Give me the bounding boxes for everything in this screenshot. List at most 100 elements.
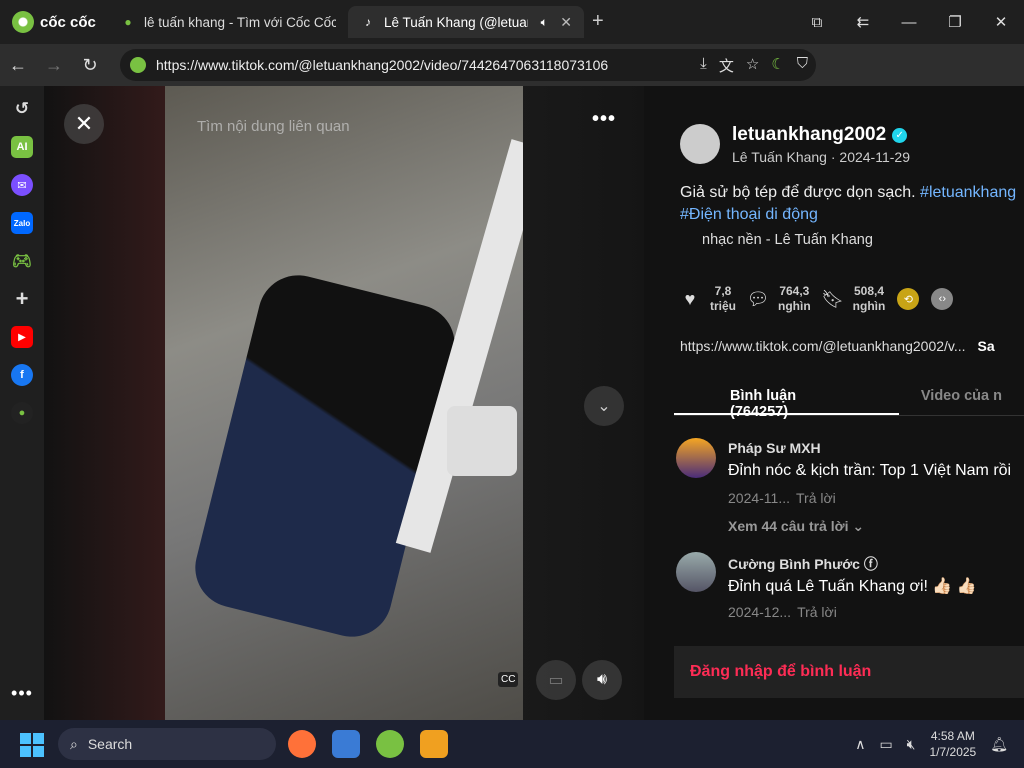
dark-mode-icon[interactable]: ☾ [771, 55, 784, 76]
close-window-icon[interactable]: ✕ [978, 13, 1024, 31]
verified-badge-icon: ✓ [892, 127, 908, 143]
tab-search[interactable]: ● lê tuấn khang - Tìm với Cốc Cốc [108, 6, 348, 38]
reply-link[interactable]: Trả lời [796, 490, 836, 506]
like-stat[interactable]: ♥ 7,8 triệu [680, 284, 736, 314]
site-info-icon[interactable] [130, 57, 146, 73]
hashtag-link[interactable]: #Điện thoại di động [680, 206, 818, 223]
window-controls: ⧉ ⇇ — ❐ ✕ [794, 0, 1024, 44]
screenshot-icon[interactable]: ⧉ [794, 14, 840, 31]
video-player: Tìm nội dung liên quan ✕ ••• ⌄ CC ▭ 🔊︎ [44, 86, 644, 720]
coccoc-logo-icon [12, 11, 34, 33]
author-username[interactable]: letuankhang2002 ✓ [732, 124, 908, 146]
new-tab-icon[interactable]: + [592, 10, 604, 33]
coccoc-taskbar-icon[interactable] [376, 730, 404, 758]
back-icon[interactable]: ← [0, 55, 36, 76]
panel-tabs: Bình luận (764257) Video của n [674, 384, 1024, 420]
firefox-icon[interactable] [288, 730, 316, 758]
copy-link-button[interactable]: Sa [978, 338, 995, 354]
view-replies-link[interactable]: Xem 44 câu trả lời ⌄ [728, 518, 864, 535]
captions-icon[interactable]: CC [498, 672, 519, 687]
translate-icon[interactable]: 文 [719, 55, 734, 76]
link-row: https://www.tiktok.com/@letuankhang2002/… [680, 338, 1024, 354]
clock[interactable]: 4:58 AM 1/7/2025 [930, 728, 977, 760]
like-count: 7,8 [714, 284, 732, 298]
tab-comments[interactable]: Bình luận (764257) [674, 384, 899, 420]
next-video-chevron-icon[interactable]: ⌄ [584, 386, 624, 426]
sidebar-more-icon[interactable]: ••• [11, 683, 33, 704]
comment-icon: 💬︎ [746, 288, 770, 309]
notification-bell-icon[interactable]: 🔔︎ [990, 736, 1008, 753]
download-video-icon[interactable]: ⤓ [700, 55, 707, 76]
zalo-icon[interactable]: Zalo [11, 212, 33, 234]
messenger-icon[interactable]: ✉ [11, 174, 33, 196]
tab-tiktok[interactable]: ♪ Lê Tuấn Khang (@letuank 🔈︎ ✕ [348, 6, 584, 38]
save-stat[interactable]: 🔖︎ 508,4 nghìn [821, 284, 886, 314]
forward-icon[interactable]: → [36, 55, 72, 76]
speaker-icon[interactable]: 🔈︎ [536, 14, 552, 30]
hashtag-link[interactable]: #letuankhang [920, 184, 1016, 201]
close-tab-icon[interactable]: ✕ [560, 14, 572, 31]
minimize-icon[interactable]: — [886, 14, 932, 31]
login-to-comment-button[interactable]: Đăng nhập để bình luận [674, 646, 1024, 698]
windows-start-icon[interactable] [20, 733, 44, 757]
app-taskbar-icon[interactable] [420, 730, 448, 758]
shield-icon[interactable]: ⛉ [797, 55, 808, 76]
taskbar-search[interactable]: ⌕ Search [58, 728, 276, 760]
coccoc-2024-icon[interactable]: ● [11, 402, 33, 424]
sound-muted-icon[interactable]: 🔇︎ [907, 736, 916, 753]
close-video-button[interactable]: ✕ [64, 104, 104, 144]
maximize-icon[interactable]: ❐ [932, 13, 978, 31]
commenter-name[interactable]: Pháp Sư MXH [728, 440, 821, 456]
bookmark-icon: 🔖︎ [821, 288, 845, 309]
browser-brand[interactable]: cốc cốc [0, 11, 108, 33]
related-content-hint[interactable]: Tìm nội dung liên quan [197, 118, 350, 135]
search-label: Search [87, 736, 133, 752]
music-link[interactable]: nhạc nền - Lê Tuấn Khang [702, 232, 873, 248]
comment-date: 2024-11... [728, 490, 791, 506]
tab-bar: cốc cốc ● lê tuấn khang - Tìm với Cốc Cố… [0, 0, 1024, 44]
chevron-up-icon[interactable]: ∧ [855, 736, 865, 753]
heart-icon: ♥ [684, 288, 696, 309]
author-avatar[interactable] [680, 124, 720, 164]
video-frame[interactable]: Tìm nội dung liên quan [165, 86, 523, 720]
comment-meta: 2024-12... Trả lời [728, 604, 837, 620]
network-icon[interactable]: ▭ [879, 736, 892, 753]
more-options-icon[interactable]: ••• [592, 108, 616, 131]
brand-label: cốc cốc [40, 13, 96, 31]
tab-title: lê tuấn khang - Tìm với Cốc Cốc [144, 14, 336, 30]
history-icon[interactable]: ↺ [11, 98, 33, 120]
url-text: https://www.tiktok.com/@letuankhang2002/… [156, 57, 609, 73]
ai-icon[interactable]: AI [11, 136, 33, 158]
back-list-icon[interactable]: ⇇ [840, 13, 886, 31]
commenter-avatar[interactable] [676, 438, 716, 478]
comment-meta: 2024-11... Trả lời [728, 490, 836, 506]
tab-creator-videos[interactable]: Video của n [899, 384, 1024, 415]
youtube-icon[interactable]: ▶ [11, 326, 33, 348]
url-actions: ⤓ 文 ☆ ☾ ⛉ [700, 55, 808, 76]
repost-icon[interactable]: ⟲ [897, 288, 920, 310]
add-app-icon[interactable]: + [11, 286, 33, 311]
floating-player-icon[interactable]: ▭ [536, 660, 576, 700]
windows-taskbar: ⌕ Search ∧ ▭ 🔇︎ 4:58 AM 1/7/2025 🔔︎ [0, 720, 1024, 768]
username-text: letuankhang2002 [732, 124, 887, 145]
bookmark-star-icon[interactable]: ☆ [746, 55, 759, 76]
reply-link[interactable]: Trả lời [797, 604, 837, 620]
comment-date: 2024-12... [728, 604, 792, 620]
volume-icon[interactable]: 🔊︎ [582, 660, 622, 700]
commenter-name-row[interactable]: Cường Bình Phước ⓕ [728, 554, 878, 574]
video-link[interactable]: https://www.tiktok.com/@letuankhang2002/… [680, 338, 966, 354]
photos-app-icon[interactable] [332, 730, 360, 758]
search-icon: ⌕ [70, 735, 78, 752]
embed-icon[interactable]: ‹› [931, 288, 954, 310]
facebook-icon[interactable]: f [11, 364, 33, 386]
clock-time: 4:58 AM [930, 729, 975, 743]
comment-text: Đỉnh nóc & kịch trần: Top 1 Việt Nam rồi [728, 462, 1012, 479]
game-icon[interactable]: 🎮︎ [11, 250, 33, 272]
address-bar: ← → ↻ https://www.tiktok.com/@letuankhan… [0, 44, 1024, 118]
save-unit: nghìn [852, 299, 886, 313]
comment-stat[interactable]: 💬︎ 764,3 nghìn [746, 284, 811, 314]
url-field[interactable]: https://www.tiktok.com/@letuankhang2002/… [120, 49, 816, 81]
commenter-avatar[interactable] [676, 552, 716, 592]
reload-icon[interactable]: ↻ [72, 55, 108, 76]
video-engine [447, 406, 517, 476]
